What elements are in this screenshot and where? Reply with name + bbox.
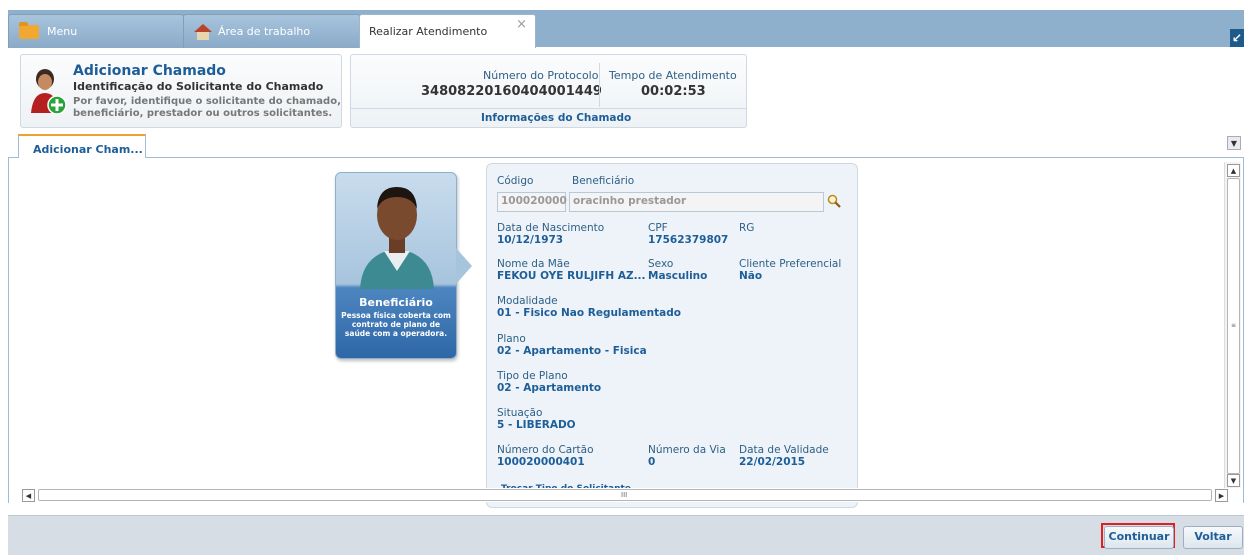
codigo-label: Código xyxy=(497,175,534,187)
cartao-label: Número do Cartão xyxy=(497,444,594,456)
header-panel: Adicionar Chamado Identificação do Solic… xyxy=(20,54,342,128)
tipo-plano-value: 02 - Apartamento xyxy=(497,382,602,394)
content-tab-bar xyxy=(8,130,1244,158)
tipo-plano-label: Tipo de Plano xyxy=(497,370,568,382)
continuar-button[interactable]: Continuar xyxy=(1104,526,1174,549)
tab-realizar-atendimento[interactable]: Realizar Atendimento × xyxy=(359,14,536,48)
tab-menu[interactable]: Menu xyxy=(8,14,184,48)
card-pointer xyxy=(456,248,472,284)
collapse-icon[interactable]: ↙ xyxy=(1230,29,1244,47)
tab-area-label: Área de trabalho xyxy=(218,25,311,38)
tab-list-dropdown[interactable]: ▼ xyxy=(1227,136,1241,150)
nascimento-value: 10/12/1973 xyxy=(497,234,564,246)
scroll-up-button[interactable]: ▲ xyxy=(1227,164,1240,177)
validade-value: 22/02/2015 xyxy=(739,456,806,468)
time-label: Tempo de Atendimento xyxy=(609,69,737,82)
cartao-value: 100020000401 xyxy=(497,456,585,468)
folder-icon xyxy=(19,21,39,39)
sexo-label: Sexo xyxy=(648,258,674,270)
via-value: 0 xyxy=(648,456,656,468)
page-subtitle: Identificação do Solicitante do Chamado xyxy=(73,80,324,93)
protocol-value: 34808220160404001449 xyxy=(421,84,602,99)
preferencial-label: Cliente Preferencial xyxy=(739,258,842,270)
scroll-down-button[interactable]: ▼ xyxy=(1227,474,1240,487)
beneficiario-field[interactable]: oracinho prestador xyxy=(569,192,824,212)
preferencial-value: Não xyxy=(739,270,763,282)
close-tab-icon[interactable]: × xyxy=(516,17,527,32)
vertical-scrollbar[interactable]: ▲ ≡ ▼ xyxy=(1224,162,1241,488)
page-title: Adicionar Chamado xyxy=(73,63,226,79)
situacao-value: 5 - LIBERADO xyxy=(497,419,576,431)
scroll-left-button[interactable]: ◀ xyxy=(22,489,35,502)
plano-label: Plano xyxy=(497,333,526,345)
horizontal-scroll-thumb[interactable]: III xyxy=(38,489,1212,501)
add-user-icon xyxy=(31,69,67,115)
time-value: 00:02:53 xyxy=(641,84,706,99)
house-icon xyxy=(194,23,212,40)
call-info-panel: Número do Protocolo 34808220160404001449… xyxy=(350,54,747,128)
page-description-2: beneficiário, prestador ou outros solici… xyxy=(73,108,333,119)
beneficiario-details: Código Beneficiário 100020000 oracinho p… xyxy=(486,163,858,508)
plano-value: 02 - Apartamento - Fisica xyxy=(497,345,647,357)
nascimento-label: Data de Nascimento xyxy=(497,222,605,234)
modalidade-label: Modalidade xyxy=(497,295,558,307)
footer-bar xyxy=(8,515,1244,555)
tab-menu-label: Menu xyxy=(47,25,78,38)
sexo-value: Masculino xyxy=(648,270,708,282)
vertical-scroll-thumb[interactable]: ≡ xyxy=(1227,178,1240,474)
info-section-label: Informações do Chamado xyxy=(481,112,632,124)
tab-atendimento-label: Realizar Atendimento xyxy=(369,25,488,38)
protocol-label: Número do Protocolo xyxy=(483,69,599,82)
cpf-value: 17562379807 xyxy=(648,234,729,246)
rg-label: RG xyxy=(739,222,755,234)
tab-area-trabalho[interactable]: Área de trabalho xyxy=(183,14,360,48)
tab-adicionar-chamado[interactable]: Adicionar Cham... xyxy=(18,134,146,159)
via-label: Número da Via xyxy=(648,444,726,456)
cpf-label: CPF xyxy=(648,222,668,234)
card-title: Beneficiário xyxy=(359,296,433,309)
validade-label: Data de Validade xyxy=(739,444,829,456)
horizontal-scrollbar[interactable]: ◀ III ▶ xyxy=(22,488,1228,502)
top-tab-bar: Menu Área de trabalho Realizar Atendimen… xyxy=(0,0,1244,48)
mae-label: Nome da Mãe xyxy=(497,258,570,270)
modalidade-value: 01 - Fisico Nao Regulamentado xyxy=(497,307,681,319)
situacao-label: Situação xyxy=(497,407,543,419)
scroll-right-button[interactable]: ▶ xyxy=(1215,489,1228,502)
page-description-1: Por favor, identifique o solicitante do … xyxy=(73,96,341,107)
mae-value: FEKOU OYE RULJIFH AZ... xyxy=(497,270,646,282)
card-description: Pessoa física coberta com contrato de pl… xyxy=(341,311,451,338)
voltar-button[interactable]: Voltar xyxy=(1183,526,1243,549)
person-icon xyxy=(360,187,434,289)
search-icon[interactable] xyxy=(827,194,841,208)
beneficiario-label: Beneficiário xyxy=(572,175,635,187)
codigo-field[interactable]: 100020000 xyxy=(497,192,567,212)
